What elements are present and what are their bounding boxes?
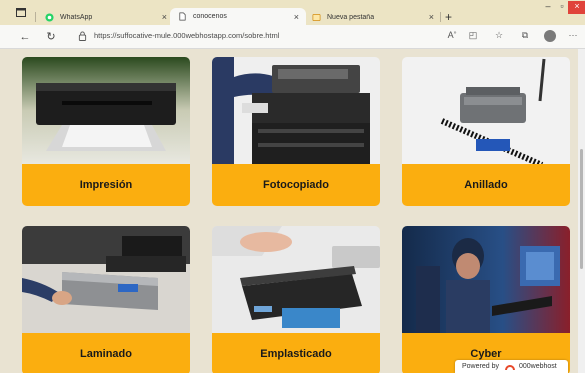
browser-toolbar: ← ↻ https://suffocative-mule.000webhosta… <box>0 25 585 49</box>
page-scrollbar[interactable] <box>578 49 585 373</box>
printer-image <box>22 57 190 164</box>
service-card-impresion[interactable]: Impresión <box>22 57 190 206</box>
tab-close-icon[interactable]: × <box>294 12 299 22</box>
page-icon <box>179 12 186 21</box>
refresh-icon[interactable]: ↻ <box>43 29 59 45</box>
extensions-icon[interactable]: ◰ <box>466 30 480 41</box>
close-window-icon[interactable]: × <box>568 1 585 14</box>
service-label: Laminado <box>22 333 190 373</box>
profile-avatar[interactable] <box>544 30 556 42</box>
tab-whatsapp[interactable]: WhatsApp × <box>37 9 174 25</box>
tab-actions-icon[interactable] <box>10 5 32 19</box>
whatsapp-icon <box>45 12 54 22</box>
page-content: Impresión Fotocopiado Anillado Laminado … <box>0 49 578 373</box>
new-tab-button[interactable]: + <box>445 10 452 24</box>
read-aloud-icon[interactable]: A» <box>445 30 459 40</box>
service-card-laminado[interactable]: Laminado <box>22 226 190 373</box>
webhost-logo-icon <box>504 364 515 370</box>
binding-machine-image <box>402 57 570 164</box>
powered-by-text: Powered by <box>462 363 499 370</box>
address-bar[interactable]: https://suffocative-mule.000webhostapp.c… <box>74 29 434 43</box>
photocopier-image <box>212 57 380 164</box>
tab-title: Nueva pestaña <box>327 13 375 21</box>
service-label: Impresión <box>22 164 190 206</box>
hosting-badge[interactable]: Powered by 000webhost <box>455 360 568 373</box>
tab-nueva-pestana[interactable]: Nueva pestaña × <box>304 9 441 25</box>
tab-title: WhatsApp <box>60 13 93 21</box>
tab-title: conocenos <box>193 13 227 20</box>
service-label: Anillado <box>402 164 570 206</box>
service-label: Fotocopiado <box>212 164 380 206</box>
back-icon[interactable]: ← <box>17 29 33 45</box>
tab-strip: WhatsApp × conocenos × Nueva pestaña × +… <box>0 0 585 25</box>
laminator-image <box>22 226 190 333</box>
service-card-anillado[interactable]: Anillado <box>402 57 570 206</box>
site-info-icon[interactable] <box>78 31 87 41</box>
scrollbar-thumb[interactable] <box>580 149 583 269</box>
plastifier-image <box>212 226 380 333</box>
service-card-emplasticado[interactable]: Emplasticado <box>212 226 380 373</box>
more-menu-icon[interactable]: ··· <box>566 30 580 40</box>
cyber-cafe-image <box>402 226 570 333</box>
url-text: https://suffocative-mule.000webhostapp.c… <box>94 31 280 40</box>
service-card-fotocopiado[interactable]: Fotocopiado <box>212 57 380 206</box>
tab-close-icon[interactable]: × <box>162 12 167 22</box>
new-tab-page-icon <box>312 13 321 21</box>
collections-icon[interactable]: ⧉ <box>518 30 532 41</box>
host-name: 000webhost <box>518 363 557 370</box>
favorites-icon[interactable]: ☆ <box>492 30 506 41</box>
tab-close-icon[interactable]: × <box>429 12 434 22</box>
tab-conocenos[interactable]: conocenos × <box>170 8 306 25</box>
service-label: Emplasticado <box>212 333 380 373</box>
service-card-cyber[interactable]: Cyber <box>402 226 570 373</box>
